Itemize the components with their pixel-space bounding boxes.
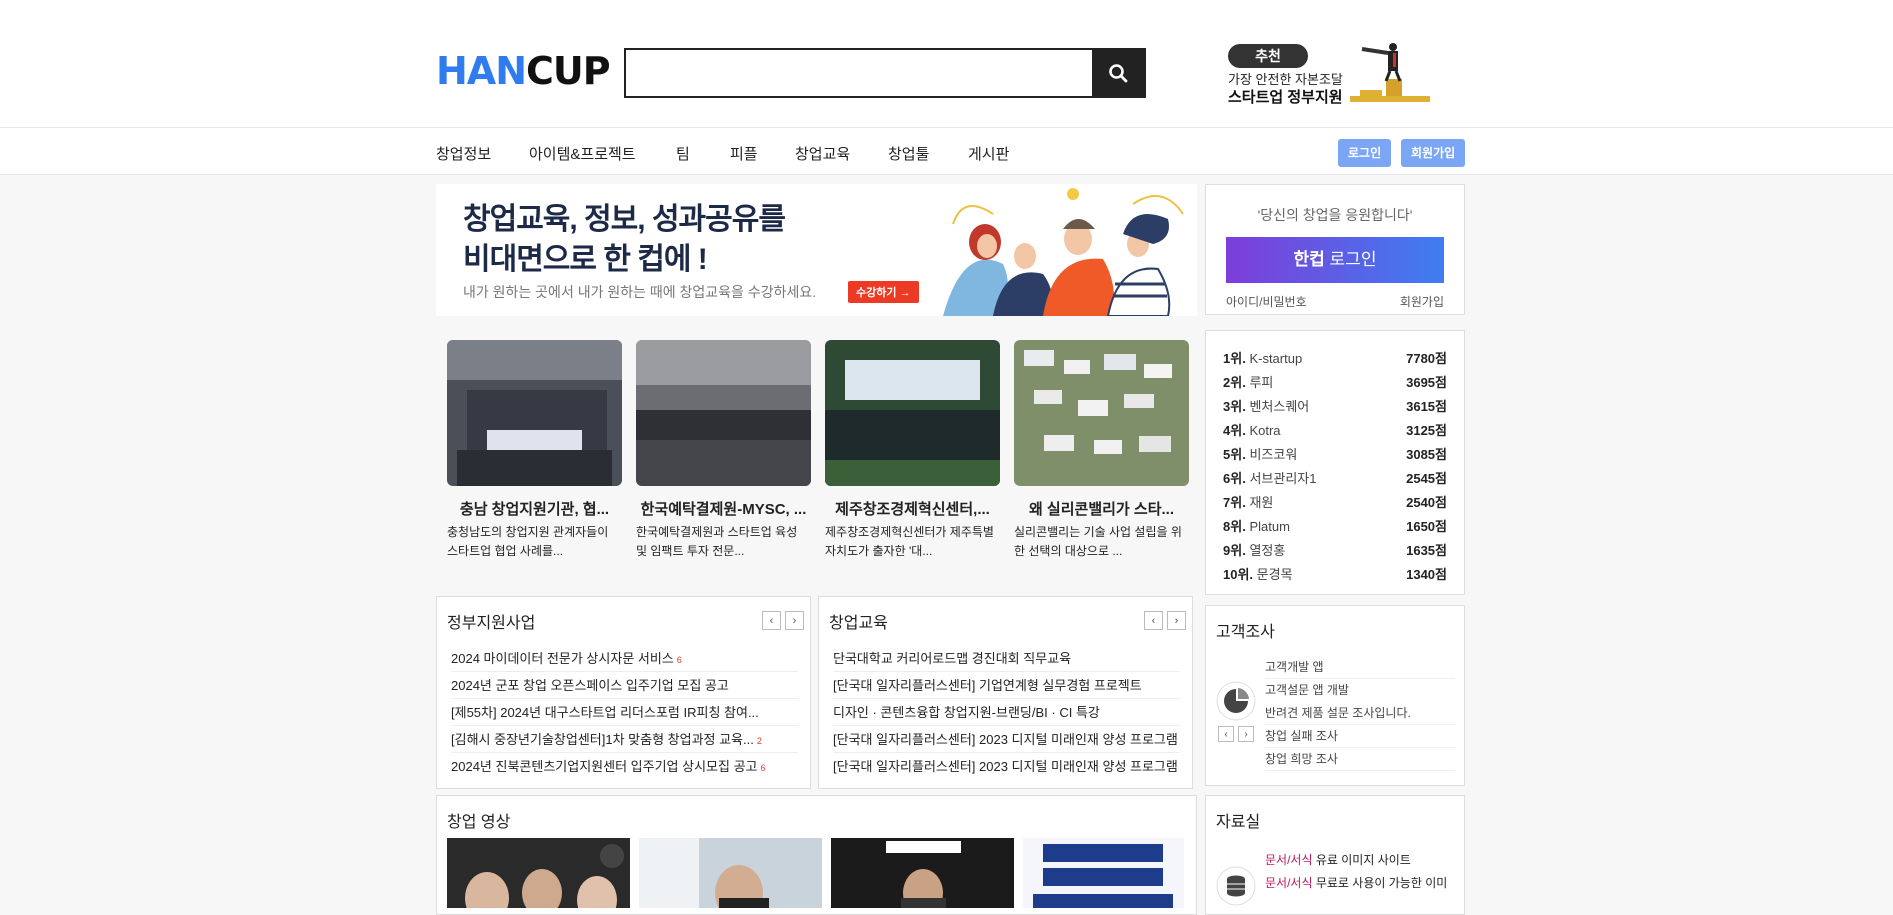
news-card-image	[636, 340, 811, 486]
list-item[interactable]: [제55차] 2024년 대구스타트업 리더스포럼 IR피칭 참여...	[451, 699, 798, 726]
news-card[interactable]: 한국예탁결제원-MYSC, ... 한국예탁결제원과 스타트업 육성 및 임팩트…	[636, 340, 811, 561]
pager: ‹ ›	[1218, 726, 1254, 742]
news-card-desc: 충청남도의 창업지원 관계자들이 스타트업 협업 사례를...	[447, 525, 609, 558]
signup-link[interactable]: 회원가입	[1400, 293, 1444, 310]
banner-title-line1: 창업교육, 정보, 성과공유를	[463, 203, 786, 236]
panel-title: 고객조사	[1216, 624, 1275, 641]
news-card-desc: 실리콘밸리는 기술 사업 설립을 위한 선택의 대상으로 ...	[1014, 525, 1182, 558]
news-card-image	[1014, 340, 1189, 486]
signup-button[interactable]: 회원가입	[1401, 139, 1466, 167]
logo-han-text: HAN	[436, 49, 527, 93]
customer-survey-panel: 고객조사 ‹ › 고객개발 앱 고객설문 앱 개발 반려견 제품 설문 조사입니…	[1205, 605, 1465, 786]
nav-items-projects[interactable]: 아이템&프로젝트	[529, 143, 636, 164]
rank-row[interactable]: 10위. 문경목 1340점	[1223, 561, 1447, 585]
news-card[interactable]: 제주창조경제혁신센터,... 제주창조경제혁신센터가 제주특별자치도가 출자한 …	[825, 340, 1000, 561]
news-card-title: 왜 실리콘밸리가 스타...	[1028, 501, 1175, 518]
next-arrow-button[interactable]: ›	[1238, 726, 1254, 742]
prev-arrow-button[interactable]: ‹	[762, 611, 781, 630]
panel-title: 창업 영상	[447, 814, 511, 831]
find-id-password-link[interactable]: 아이디/비밀번호	[1226, 293, 1307, 310]
rank-row[interactable]: 4위. Kotra 3125점	[1223, 417, 1447, 441]
data-room-panel: 자료실 문서/서식 유료 이미지 사이트 문서/서식 무료로 사용이 가능한 이…	[1205, 795, 1465, 915]
data-item[interactable]: 문서/서식 유료 이미지 사이트	[1265, 849, 1455, 872]
list-item[interactable]: [단국대 일자리플러스센터] 2023 디지털 미래인재 양성 프로그램 -	[833, 753, 1180, 780]
panel-title: 자료실	[1216, 814, 1261, 831]
rank-row[interactable]: 5위. 비즈코워 3085점	[1223, 441, 1447, 465]
startup-video-panel: 창업 영상	[436, 795, 1197, 915]
rank-row[interactable]: 9위. 열정홍 1635점	[1223, 537, 1447, 561]
pie-chart-icon	[1216, 681, 1256, 721]
survey-item[interactable]: 창업 실패 조사	[1265, 725, 1455, 748]
prev-arrow-button[interactable]: ‹	[1218, 726, 1234, 742]
survey-item[interactable]: 창업 희망 조사	[1265, 748, 1455, 771]
banner-title-line2: 비대면으로 한 컵에 !	[463, 243, 708, 276]
hancup-logo[interactable]: HANCUP	[436, 49, 611, 93]
survey-item[interactable]: 반려견 제품 설문 조사입니다.	[1265, 702, 1455, 725]
pager: ‹ ›	[762, 611, 804, 630]
rank-row[interactable]: 6위. 서브관리자1 2545점	[1223, 465, 1447, 489]
ranking-panel: 1위. K-startup 7780점 2위. 루피 3695점 3위. 벤처스퀘어…	[1205, 330, 1465, 595]
login-message: '당신의 창업을 응원합니다'	[1257, 207, 1413, 223]
nav-education[interactable]: 창업교육	[795, 143, 850, 164]
news-card-image	[447, 340, 622, 486]
news-card[interactable]: 충남 창업지원기관, 협... 충청남도의 창업지원 관계자들이 스타트업 협업…	[447, 340, 622, 561]
news-card-image	[825, 340, 1000, 486]
news-card-desc: 제주창조경제혁신센터가 제주특별자치도가 출자한 '대...	[825, 525, 994, 558]
telescope-man-illustration	[1350, 43, 1430, 102]
nav-board[interactable]: 게시판	[968, 143, 1009, 164]
next-arrow-button[interactable]: ›	[785, 611, 804, 630]
database-icon	[1216, 866, 1256, 906]
nav-tools[interactable]: 창업툴	[888, 143, 929, 164]
survey-item[interactable]: 고객설문 앱 개발	[1265, 679, 1455, 702]
hero-banner[interactable]: 창업교육, 정보, 성과공유를 비대면으로 한 컵에 ! 내가 원하는 곳에서 …	[436, 184, 1197, 316]
rank-row[interactable]: 8위. Platum 1650점	[1223, 513, 1447, 537]
search-button[interactable]	[1092, 50, 1144, 96]
login-button[interactable]: 로그인	[1338, 139, 1392, 167]
news-card-title: 제주창조경제혁신센터,...	[835, 501, 990, 518]
panel-title: 정부지원사업	[447, 615, 536, 632]
list-item[interactable]: [김해시 중장년기술창업센터]1차 맞춤형 창업과정 교육... 2	[451, 726, 798, 753]
survey-item[interactable]: 고객개발 앱	[1265, 656, 1455, 679]
news-card-title: 충남 창업지원기관, 협...	[459, 501, 610, 518]
enroll-button[interactable]: 수강하기 →	[848, 281, 919, 303]
next-arrow-button[interactable]: ›	[1167, 611, 1186, 630]
login-panel: '당신의 창업을 응원합니다' 한컵 로그인 아이디/비밀번호 회원가입	[1205, 184, 1465, 315]
list-item[interactable]: 디자인 · 콘텐츠융합 창업지원-브랜딩/BI · CI 특강	[833, 699, 1180, 726]
promo-line2: 스타트업 정부지원	[1228, 89, 1343, 106]
list-item[interactable]: [단국대 일자리플러스센터] 2023 디지털 미래인재 양성 프로그램 -	[833, 726, 1180, 753]
news-card-title: 한국예탁결제원-MYSC, ...	[640, 501, 807, 518]
education-panel: 창업교육 ‹ › 단국대학교 커리어로드맵 경진대회 직무교육 [단국대 일자리플…	[818, 596, 1193, 789]
main-nav: 창업정보 아이템&프로젝트 팀 피플 창업교육 창업툴 게시판 로그인 회원가입	[0, 128, 1893, 175]
hancup-login-button[interactable]: 한컵 로그인	[1226, 237, 1444, 283]
rank-row[interactable]: 2위. 루피 3695점	[1223, 369, 1447, 393]
site-header: HANCUP 추천 가장 안전한 자본조달 스타트업 정부지원	[0, 0, 1893, 128]
banner-title: 창업교육, 정보, 성과공유를 비대면으로 한 컵에 !	[463, 200, 786, 280]
logo-cup-text: CUP	[526, 49, 611, 93]
gov-support-panel: 정부지원사업 ‹ › 2024 마이데이터 전문가 상시자문 서비스 6 2024년…	[436, 596, 811, 789]
list-item[interactable]: 단국대학교 커리어로드맵 경진대회 직무교육	[833, 645, 1180, 672]
list-item[interactable]: 2024 마이데이터 전문가 상시자문 서비스 6	[451, 645, 798, 672]
data-item[interactable]: 문서/서식 무료로 사용이 가능한 이미	[1265, 872, 1455, 895]
list-item[interactable]: [단국대 일자리플러스센터] 기업연계형 실무경험 프로젝트	[833, 672, 1180, 699]
rank-row[interactable]: 1위. K-startup 7780점	[1223, 345, 1447, 369]
prev-arrow-button[interactable]: ‹	[1144, 611, 1163, 630]
nav-team[interactable]: 팀	[676, 143, 690, 164]
banner-subtitle: 내가 원하는 곳에서 내가 원하는 때에 창업교육을 수강하세요.	[463, 284, 817, 300]
search-icon	[1109, 64, 1128, 83]
nav-startup-info[interactable]: 창업정보	[436, 143, 491, 164]
news-card[interactable]: 왜 실리콘밸리가 스타... 실리콘밸리는 기술 사업 설립을 위한 선택의 대…	[1014, 340, 1189, 561]
promo-badge: 추천	[1228, 44, 1308, 68]
nav-people[interactable]: 피플	[730, 143, 758, 164]
search-input[interactable]	[626, 50, 1086, 96]
rank-row[interactable]: 3위. 벤처스퀘어 3615점	[1223, 393, 1447, 417]
list-item[interactable]: 2024년 진북콘텐츠기업지원센터 입주기업 상시모집 공고 6	[451, 753, 798, 780]
promo-ad[interactable]: 추천 가장 안전한 자본조달 스타트업 정부지원	[1226, 43, 1430, 107]
pager: ‹ ›	[1144, 611, 1186, 630]
people-illustration	[943, 188, 1184, 316]
search-bar	[624, 48, 1146, 98]
list-item[interactable]: 2024년 군포 창업 오픈스페이스 입주기업 모집 공고	[451, 672, 798, 699]
rank-row[interactable]: 7위. 재원 2540점	[1223, 489, 1447, 513]
panel-title: 창업교육	[829, 615, 888, 632]
news-card-desc: 한국예탁결제원과 스타트업 육성 및 임팩트 투자 전문...	[636, 525, 798, 558]
